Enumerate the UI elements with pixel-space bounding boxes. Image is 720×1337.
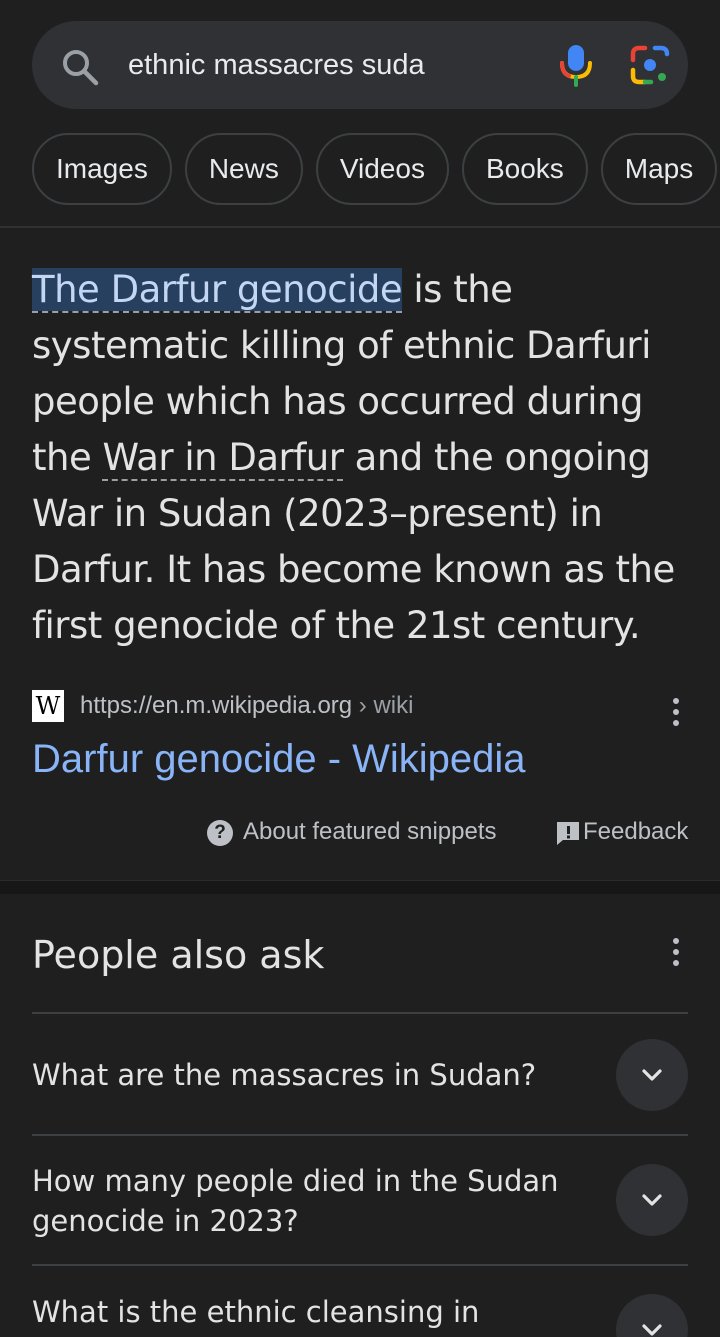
snippet-link-term[interactable]: War in Darfur (102, 436, 344, 481)
search-input[interactable]: ethnic massacres suda (128, 21, 425, 109)
paa-question-row[interactable]: What are the massacres in Sudan? (32, 1012, 688, 1136)
expand-button[interactable] (616, 1164, 688, 1236)
chip-maps[interactable]: Maps (600, 133, 718, 205)
result-title-link[interactable]: Darfur genocide - Wikipedia (32, 734, 526, 784)
expand-button[interactable] (616, 1039, 688, 1111)
search-bar[interactable]: ethnic massacres suda (32, 21, 688, 109)
chip-news[interactable]: News (184, 133, 303, 205)
paa-question-row[interactable]: How many people died in the Sudan genoci… (32, 1134, 688, 1266)
expand-button[interactable] (616, 1294, 688, 1337)
url-breadcrumb: › wiki (352, 692, 414, 719)
chevron-down-icon (642, 1069, 662, 1081)
paa-question[interactable]: How many people died in the Sudan genoci… (32, 1161, 592, 1241)
mic-icon[interactable] (556, 43, 596, 87)
about-snippets-link[interactable]: ? About featured snippets (207, 816, 497, 848)
help-icon: ? (207, 819, 233, 846)
about-label: About featured snippets (243, 818, 497, 845)
paa-question[interactable]: What is the ethnic cleansing in (32, 1292, 592, 1332)
chevron-down-icon (642, 1324, 662, 1336)
feedback-icon (557, 821, 579, 845)
filter-chips: Images News Videos Books Maps (32, 133, 720, 205)
paa-question-row[interactable]: What is the ethnic cleansing in (32, 1264, 688, 1337)
feedback-label: Feedback (583, 818, 689, 845)
paa-more-options-icon[interactable] (672, 938, 680, 971)
wikipedia-logo-icon: W (32, 690, 64, 722)
featured-snippet-text: The Darfur genocide is the systematic ki… (32, 262, 692, 654)
snippet-highlight-text[interactable]: The Darfur genocide (32, 268, 403, 313)
chip-books[interactable]: Books (461, 133, 588, 205)
more-options-icon[interactable] (672, 698, 680, 731)
result-source[interactable]: W https://en.m.wikipedia.org › wiki (32, 690, 688, 726)
divider (0, 226, 720, 228)
chip-images[interactable]: Images (32, 133, 172, 205)
section-divider (0, 880, 720, 894)
chevron-down-icon (642, 1194, 662, 1206)
feedback-link[interactable]: Feedback (555, 816, 688, 848)
lens-icon[interactable] (629, 44, 671, 86)
search-icon[interactable] (60, 47, 100, 87)
url-domain: https://en.m.wikipedia.org (80, 692, 353, 719)
snippet-highlight: The Darfur genocide (32, 268, 403, 313)
result-url[interactable]: https://en.m.wikipedia.org › wiki (80, 690, 413, 722)
chip-videos[interactable]: Videos (315, 133, 449, 205)
paa-question[interactable]: What are the massacres in Sudan? (32, 1055, 592, 1095)
people-also-ask-title: People also ask (32, 933, 325, 977)
